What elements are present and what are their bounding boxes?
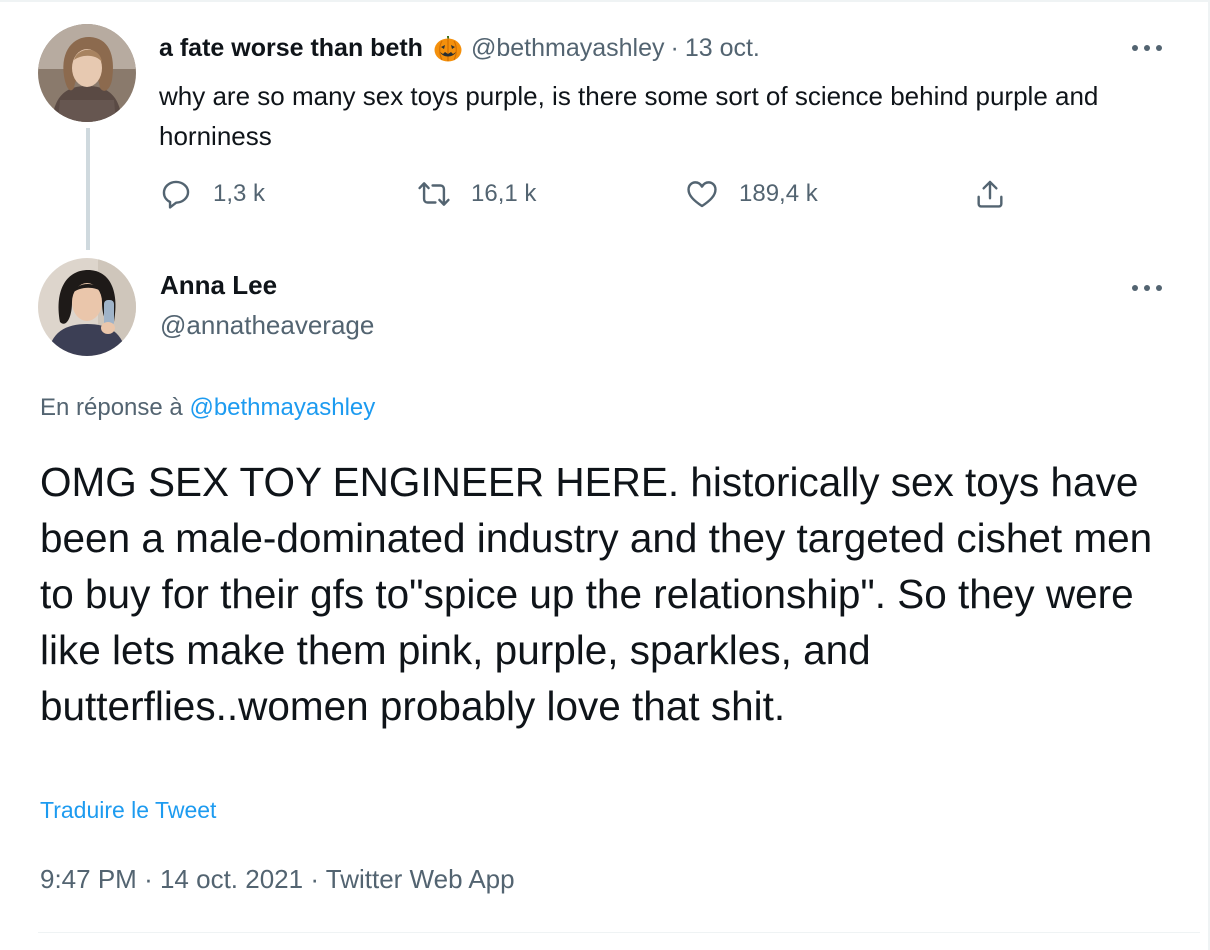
translate-tweet-link[interactable]: Traduire le Tweet (40, 797, 216, 824)
main-display-name[interactable]: Anna Lee (160, 270, 277, 301)
like-icon (685, 177, 719, 211)
main-avatar[interactable] (38, 258, 136, 356)
reply-context: En réponse à @bethmayashley (40, 394, 375, 422)
share-icon (973, 177, 1007, 211)
meta-separator-1: · (144, 864, 153, 894)
frame-top-border (0, 0, 1210, 2)
parent-action-bar: 1,3 k 16,1 k 189,4 k (159, 174, 1019, 214)
pumpkin-emoji-icon (433, 33, 463, 63)
retweet-icon (417, 177, 451, 211)
main-more-icon[interactable] (1132, 278, 1162, 298)
parent-handle[interactable]: @bethmayashley (471, 34, 665, 63)
tweet-time[interactable]: 9:47 PM (40, 864, 137, 894)
parent-tweet[interactable]: a fate worse than beth @bethmayashley · … (38, 24, 1178, 256)
like-button[interactable]: 189,4 k (685, 174, 818, 214)
reply-count: 1,3 k (213, 180, 266, 207)
tweet-metadata: 9:47 PM · 14 oct. 2021 · Twitter Web App (40, 864, 515, 895)
parent-separator: · (670, 33, 679, 62)
parent-header: a fate worse than beth @bethmayashley · … (159, 30, 760, 66)
parent-tweet-text: why are so many sex toys purple, is ther… (159, 81, 1099, 151)
reply-to-label: En réponse à (40, 394, 183, 421)
parent-display-name[interactable]: a fate worse than beth (159, 34, 423, 63)
retweet-count: 16,1 k (471, 180, 537, 207)
like-count: 189,4 k (739, 180, 818, 207)
reply-button[interactable]: 1,3 k (159, 174, 265, 214)
bottom-divider (38, 932, 1200, 933)
meta-separator-2: · (310, 864, 319, 894)
reply-to-mention[interactable]: @bethmayashley (189, 394, 375, 421)
parent-more-icon[interactable] (1132, 38, 1162, 58)
tweet-source[interactable]: Twitter Web App (326, 864, 515, 894)
share-button[interactable] (973, 174, 1007, 214)
retweet-button[interactable]: 16,1 k (417, 174, 536, 214)
thread-line (86, 128, 90, 250)
main-handle[interactable]: @annatheaverage (160, 310, 374, 341)
tweet-date[interactable]: 14 oct. 2021 (160, 864, 303, 894)
reply-icon (159, 177, 193, 211)
main-tweet-text: OMG SEX TOY ENGINEER HERE. historically … (40, 459, 1153, 729)
parent-date[interactable]: 13 oct. (685, 34, 760, 63)
parent-avatar[interactable] (38, 24, 136, 122)
